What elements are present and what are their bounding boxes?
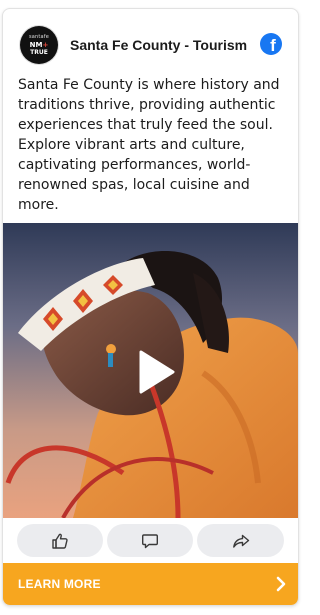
- video-thumbnail[interactable]: [3, 223, 298, 518]
- like-button[interactable]: [17, 524, 103, 557]
- share-icon: [232, 534, 249, 548]
- learn-more-label: LEARN MORE: [18, 577, 101, 591]
- page-avatar[interactable]: santafe NM+ TRUE: [20, 26, 58, 64]
- avatar-logo-plus: +: [42, 40, 49, 49]
- comment-icon: [142, 533, 158, 548]
- action-bar: [3, 519, 298, 563]
- post-body-text: Santa Fe County is where history and tra…: [18, 77, 280, 213]
- comment-button[interactable]: [107, 524, 193, 557]
- avatar-logo-line3: TRUE: [30, 48, 48, 56]
- avatar-logo-line2: NM+: [29, 40, 49, 49]
- chevron-right-icon: [276, 576, 286, 592]
- play-button[interactable]: [133, 350, 177, 394]
- play-icon: [139, 350, 175, 394]
- avatar-logo-nm: NM: [29, 40, 43, 49]
- post-header: santafe NM+ TRUE Santa Fe County - Touri…: [3, 9, 298, 79]
- share-button[interactable]: [197, 524, 284, 557]
- facebook-icon: f: [260, 33, 282, 55]
- ad-card: santafe NM+ TRUE Santa Fe County - Touri…: [2, 8, 299, 606]
- avatar-logo-line1: santafe: [28, 33, 50, 40]
- thumbs-up-icon: [52, 533, 68, 549]
- page-name[interactable]: Santa Fe County - Tourism: [70, 37, 247, 53]
- learn-more-button[interactable]: LEARN MORE: [3, 563, 298, 605]
